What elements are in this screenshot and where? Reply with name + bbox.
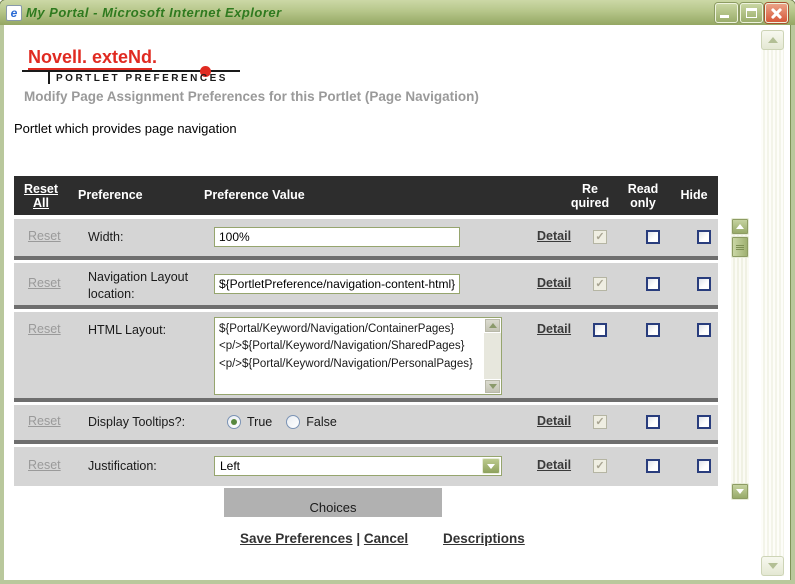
- hide-checkbox[interactable]: [697, 459, 711, 473]
- internet-explorer-icon: e: [6, 4, 22, 21]
- detail-link[interactable]: Detail: [537, 322, 571, 336]
- title-bar[interactable]: e My Portal - Microsoft Internet Explore…: [0, 0, 795, 25]
- detail-link[interactable]: Detail: [537, 414, 571, 428]
- reset-link[interactable]: Reset: [28, 229, 61, 243]
- reset-link[interactable]: Reset: [28, 276, 61, 290]
- readonly-checkbox[interactable]: [646, 323, 660, 337]
- scroll-up-icon[interactable]: [731, 218, 749, 235]
- save-preferences-link[interactable]: Save Preferences: [240, 531, 353, 546]
- preference-label: HTML Layout:: [88, 323, 167, 337]
- required-checkbox: [593, 459, 607, 473]
- scroll-up-icon[interactable]: [761, 30, 784, 50]
- justification-select[interactable]: Left: [214, 456, 502, 476]
- portlet-description: Portlet which provides page navigation: [14, 121, 237, 136]
- radio-true[interactable]: [227, 415, 241, 429]
- preference-label: Navigation Layout location:: [88, 270, 189, 301]
- readonly-checkbox[interactable]: [646, 230, 660, 244]
- required-checkbox: [593, 230, 607, 244]
- browser-scrollbar[interactable]: [761, 30, 784, 576]
- preference-label: Width:: [88, 230, 124, 244]
- maximize-button[interactable]: [740, 3, 763, 23]
- required-checkbox[interactable]: [593, 323, 607, 337]
- choices-button[interactable]: Choices: [224, 488, 442, 517]
- row-divider: [14, 305, 718, 309]
- close-button[interactable]: [765, 3, 788, 23]
- html-layout-textarea[interactable]: ${Portal/Keyword/Navigation/ContainerPag…: [215, 318, 484, 394]
- scroll-up-icon[interactable]: [484, 318, 501, 333]
- readonly-checkbox[interactable]: [646, 415, 660, 429]
- browser-window: e My Portal - Microsoft Internet Explore…: [0, 0, 795, 584]
- logo-vertical-tick: [48, 70, 50, 84]
- radio-true-label: True: [247, 415, 273, 429]
- maximize-icon: [746, 8, 757, 18]
- footer-actions: Save Preferences | Cancel: [240, 531, 408, 546]
- descriptions-link[interactable]: Descriptions: [443, 531, 525, 546]
- column-header-hide: Hide: [680, 188, 708, 202]
- readonly-checkbox[interactable]: [646, 459, 660, 473]
- preference-label: Justification:: [88, 459, 157, 473]
- window-title: My Portal - Microsoft Internet Explorer: [26, 5, 282, 20]
- page-title: Modify Page Assignment Preferences for t…: [24, 89, 479, 104]
- detail-link[interactable]: Detail: [537, 458, 571, 472]
- hide-checkbox[interactable]: [697, 277, 711, 291]
- scroll-down-icon[interactable]: [484, 379, 501, 394]
- navigation-layout-input[interactable]: [214, 274, 460, 294]
- tooltips-radio-group: True False: [227, 415, 345, 429]
- row-divider: [14, 440, 718, 444]
- table-row-html-layout: Reset HTML Layout: ${Portal/Keyword/Navi…: [14, 312, 718, 398]
- hide-checkbox[interactable]: [697, 230, 711, 244]
- column-header-preference-value: Preference Value: [204, 188, 305, 202]
- scroll-down-icon[interactable]: [761, 556, 784, 576]
- textarea-scrollbar[interactable]: [484, 318, 501, 394]
- reset-link[interactable]: Reset: [28, 414, 61, 428]
- table-row-justification: Reset Justification: Left Detail: [14, 447, 718, 486]
- radio-false[interactable]: [286, 415, 301, 429]
- detail-link[interactable]: Detail: [537, 229, 571, 243]
- radio-false-label: False: [306, 415, 337, 429]
- inner-scrollbar[interactable]: [731, 218, 749, 500]
- row-divider: [14, 256, 718, 260]
- chevron-down-icon[interactable]: [482, 458, 500, 474]
- preferences-table-header: Reset All Preference Preference Value Re…: [14, 176, 718, 215]
- detail-link[interactable]: Detail: [537, 276, 571, 290]
- reset-link[interactable]: Reset: [28, 458, 61, 472]
- column-header-required: Re quired: [570, 182, 610, 211]
- width-input[interactable]: [214, 227, 460, 247]
- page-content: Novell. exteNd. PORTLET PREFERENCES Modi…: [4, 25, 791, 580]
- row-divider: [14, 398, 718, 402]
- required-checkbox: [593, 277, 607, 291]
- hide-checkbox[interactable]: [697, 415, 711, 429]
- html-layout-textarea-frame: ${Portal/Keyword/Navigation/ContainerPag…: [214, 317, 502, 395]
- readonly-checkbox[interactable]: [646, 277, 660, 291]
- preference-label: Display Tooltips?:: [88, 415, 186, 429]
- minimize-button[interactable]: [715, 3, 738, 23]
- scroll-down-icon[interactable]: [731, 483, 749, 500]
- table-row-navigation-layout: Reset Navigation Layout location: Detail: [14, 263, 718, 305]
- minimize-icon: [720, 15, 729, 18]
- hide-checkbox[interactable]: [697, 323, 711, 337]
- portlet-preferences-label: PORTLET PREFERENCES: [56, 73, 228, 84]
- selected-option: Left: [220, 459, 241, 473]
- novell-extend-logo: Novell. exteNd.: [28, 47, 158, 67]
- table-row-display-tooltips: Reset Display Tooltips?: True False Deta…: [14, 405, 718, 440]
- table-row-width: Reset Width: Detail: [14, 219, 718, 256]
- reset-all-link[interactable]: Reset All: [18, 182, 64, 211]
- cancel-link[interactable]: Cancel: [364, 531, 408, 546]
- column-header-preference: Preference: [78, 188, 143, 202]
- required-checkbox: [593, 415, 607, 429]
- link-divider: |: [356, 531, 361, 546]
- reset-link[interactable]: Reset: [28, 322, 61, 336]
- scrollbar-thumb[interactable]: [731, 236, 749, 258]
